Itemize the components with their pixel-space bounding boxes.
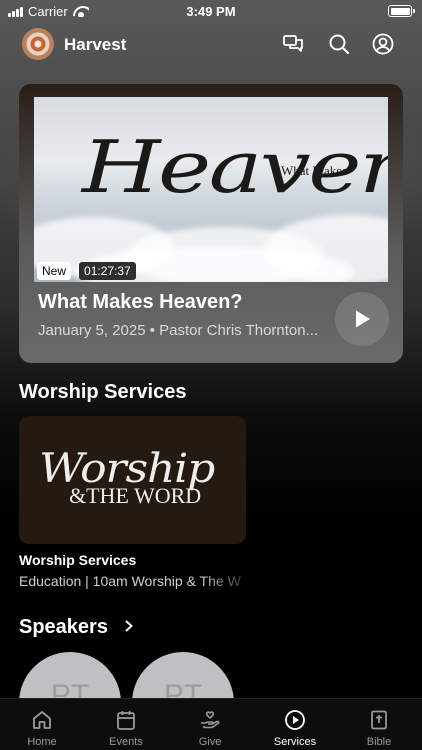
app-logo[interactable]: [22, 28, 54, 60]
featured-badges: New 01:27:37: [37, 262, 136, 280]
speakers-heading[interactable]: Speakers: [19, 616, 108, 639]
app-header: Harvest: [0, 24, 422, 64]
tab-label: Events: [109, 736, 143, 748]
featured-sermon-image: Heaven What Makes: [34, 97, 388, 282]
play-circle-icon: [285, 710, 305, 730]
play-icon: [356, 310, 370, 328]
worship-card-image-word: &THE WORD: [69, 483, 202, 508]
worship-card-title[interactable]: Worship Services: [19, 552, 136, 568]
chat-icon[interactable]: [281, 32, 305, 56]
bible-icon: [371, 710, 387, 730]
featured-image-subtitle: What Makes: [281, 163, 348, 178]
give-icon: [201, 711, 220, 729]
tab-services[interactable]: Services: [253, 699, 337, 750]
tab-give[interactable]: Give: [168, 699, 252, 750]
duration-badge: 01:27:37: [79, 262, 136, 280]
search-icon[interactable]: [327, 32, 351, 56]
tab-bible[interactable]: Bible: [337, 699, 421, 750]
status-time: 3:49 PM: [186, 4, 236, 19]
new-badge: New: [37, 262, 72, 280]
tab-home[interactable]: Home: [0, 699, 84, 750]
play-button[interactable]: [335, 292, 389, 346]
tab-label: Give: [198, 736, 222, 748]
calendar-icon: [117, 711, 135, 730]
featured-title: What Makes Heaven?: [38, 291, 243, 313]
app-title: Harvest: [64, 35, 127, 54]
tab-label: Services: [273, 736, 317, 748]
battery-icon: [388, 5, 415, 17]
home-icon: [33, 711, 51, 729]
featured-meta: January 5, 2025 • Pastor Chris Thornton.…: [38, 322, 319, 339]
tab-label: Bible: [366, 736, 392, 748]
worship-card-subtitle: Education | 10am Worship & The W: [19, 573, 241, 589]
featured-sermon-card[interactable]: Heaven What Makes New 01:27:37 What Make…: [19, 84, 403, 363]
tab-events[interactable]: Events: [84, 699, 168, 750]
chevron-right-icon[interactable]: [124, 620, 134, 632]
worship-services-heading: Worship Services: [19, 381, 187, 403]
tab-bar: Home Events Give Services Bible: [0, 698, 422, 750]
profile-icon[interactable]: [371, 32, 395, 56]
tab-label: Home: [27, 736, 57, 748]
worship-services-card[interactable]: Worship &THE WORD: [19, 416, 246, 544]
status-bar: Carrier 3:49 PM: [0, 0, 422, 24]
